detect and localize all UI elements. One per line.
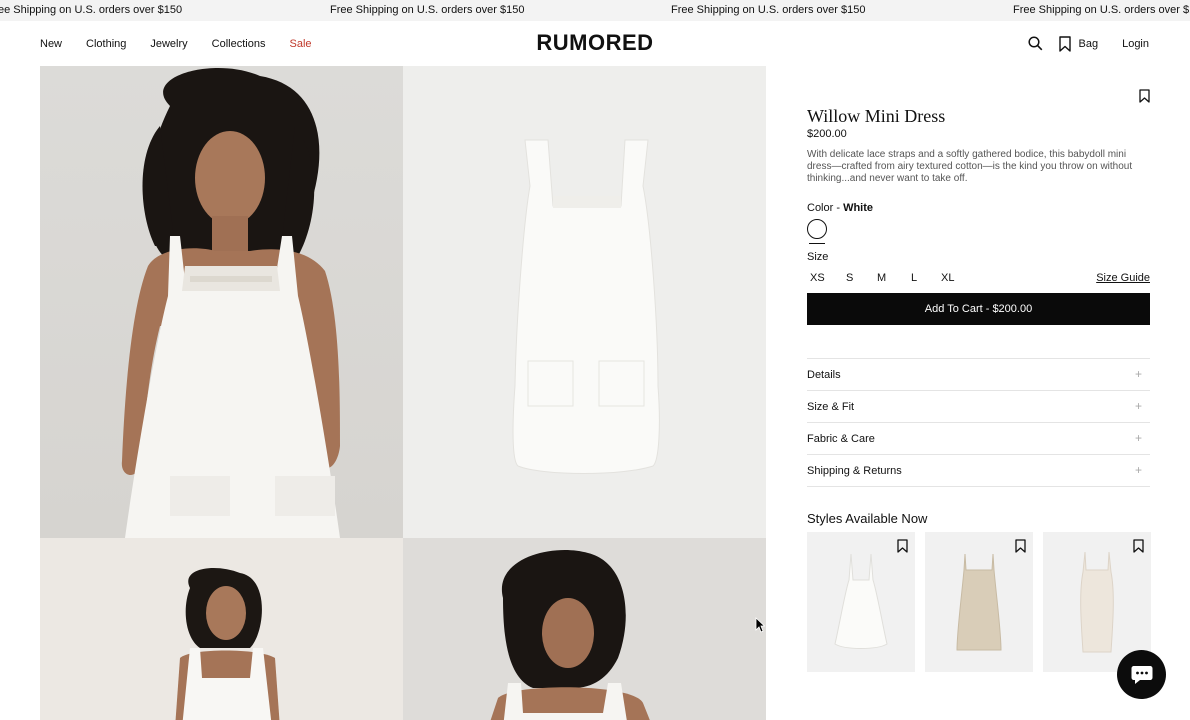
plus-icon: + (1134, 399, 1142, 413)
accordion-size-fit[interactable]: Size & Fit + (807, 390, 1150, 422)
announcement-text: ee Shipping on U.S. orders over $150 (0, 4, 183, 16)
size-selector: XS S M L XL Size Guide (807, 272, 1150, 286)
wishlist-bookmark-icon[interactable] (1058, 35, 1071, 52)
add-to-cart-button[interactable]: Add To Cart - $200.00 (807, 293, 1150, 325)
nav-item-collections[interactable]: Collections (212, 38, 266, 50)
nav-item-new[interactable]: New (40, 38, 62, 50)
announcement-bar: ee Shipping on U.S. orders over $150 Fre… (0, 0, 1190, 21)
header-actions: Bag Login (1014, 21, 1149, 66)
style-card[interactable] (925, 532, 1033, 672)
login-link[interactable]: Login (1122, 38, 1149, 50)
color-label: Color - (807, 202, 844, 214)
plus-icon: + (1134, 431, 1142, 445)
accordion-shipping-returns[interactable]: Shipping & Returns + (807, 454, 1150, 486)
product-photo-model-front[interactable] (40, 66, 403, 538)
size-option-xs[interactable]: XS (810, 272, 825, 284)
swatch-selected-indicator (809, 243, 825, 244)
search-icon[interactable] (1027, 36, 1043, 51)
size-option-l[interactable]: L (911, 272, 917, 284)
bookmark-icon[interactable] (1133, 539, 1144, 558)
save-product-bookmark-icon[interactable] (1139, 89, 1150, 108)
size-option-s[interactable]: S (846, 272, 853, 284)
product-title: Willow Mini Dress (807, 106, 946, 126)
accordion-details[interactable]: Details + (807, 358, 1150, 390)
size-option-xl[interactable]: XL (941, 272, 954, 284)
styles-section-title: Styles Available Now (807, 511, 928, 526)
accordion-label: Fabric & Care (807, 433, 875, 445)
chat-bubble-icon (1131, 665, 1152, 684)
bookmark-icon[interactable] (1015, 539, 1026, 558)
style-card[interactable] (807, 532, 915, 672)
product-photo-flat-dress[interactable] (403, 66, 766, 538)
nav-item-clothing[interactable]: Clothing (86, 38, 126, 50)
brand-logo[interactable]: RUMORED (536, 30, 653, 55)
product-description: With delicate lace straps and a softly g… (807, 149, 1133, 184)
plus-icon: + (1134, 463, 1142, 477)
color-swatch-white[interactable] (807, 219, 827, 239)
bookmark-icon[interactable] (897, 539, 908, 558)
divider (807, 486, 1150, 487)
accordion-fabric-care[interactable]: Fabric & Care + (807, 422, 1150, 454)
size-label: Size (807, 251, 829, 263)
product-price: $200.00 (807, 128, 847, 140)
accordion-label: Details (807, 369, 841, 381)
announcement-text: Free Shipping on U.S. orders over $150 (330, 4, 525, 16)
accordion-label: Shipping & Returns (807, 465, 902, 477)
site-header: New Clothing Jewelry Collections Sale RU… (0, 21, 1190, 66)
color-value: White (843, 202, 874, 214)
accordion-label: Size & Fit (807, 401, 855, 413)
plus-icon: + (1134, 367, 1142, 381)
product-photo-model-closeup[interactable] (403, 538, 766, 720)
color-selector-label: Color - White (807, 202, 873, 214)
product-gallery (40, 66, 766, 720)
announcement-text: Free Shipping on U.S. orders over $150 (1013, 4, 1190, 16)
size-option-m[interactable]: M (877, 272, 886, 284)
size-guide-link[interactable]: Size Guide (1096, 272, 1150, 284)
nav-item-sale[interactable]: Sale (289, 38, 311, 50)
nav-item-jewelry[interactable]: Jewelry (150, 38, 187, 50)
chat-support-button[interactable] (1117, 650, 1166, 699)
bag-link[interactable]: Bag (1079, 38, 1099, 50)
main-nav: New Clothing Jewelry Collections Sale (40, 21, 336, 66)
announcement-text: Free Shipping on U.S. orders over $150 (671, 4, 866, 16)
mouse-cursor-icon (755, 617, 765, 633)
product-photo-model-full[interactable] (40, 538, 403, 720)
